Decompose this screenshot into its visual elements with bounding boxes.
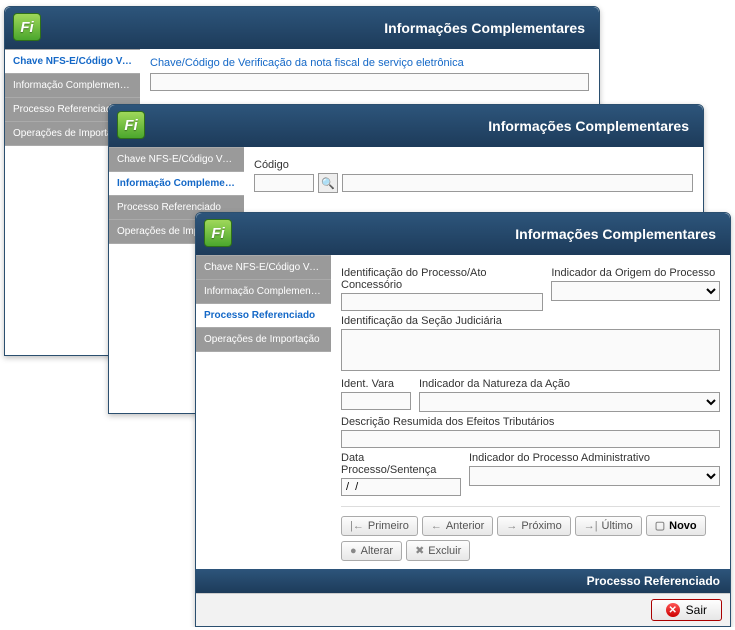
admin-select[interactable] <box>469 466 720 486</box>
button-label: Novo <box>669 520 697 532</box>
excluir-button[interactable]: ✖ Excluir <box>406 540 470 561</box>
proximo-button[interactable]: → Próximo <box>497 516 570 536</box>
titlebar: Fi Informações Complementares <box>196 213 730 255</box>
app-icon: Fi <box>117 111 145 139</box>
alterar-button[interactable]: ● Alterar <box>341 541 402 561</box>
button-label: Primeiro <box>368 520 409 532</box>
sidebar-item-info[interactable]: Informação Complementar da NF <box>196 280 331 304</box>
sidebar-item-processo[interactable]: Processo Referenciado <box>196 304 331 328</box>
next-icon: → <box>506 520 517 532</box>
ident-processo-input[interactable] <box>341 293 543 311</box>
label-natureza: Indicador da Natureza da Ação <box>419 378 720 390</box>
anterior-button[interactable]: ← Anterior <box>422 516 494 536</box>
content-area: Identificação do Processo/Ato Concessóri… <box>331 255 730 569</box>
close-icon: ✕ <box>666 603 680 617</box>
primeiro-button[interactable]: |← Primeiro <box>341 516 418 536</box>
origem-select[interactable] <box>551 281 720 301</box>
titlebar: Fi Informações Complementares <box>5 7 599 49</box>
sidebar-item-operacoes[interactable]: Operações de Importação <box>196 328 331 352</box>
sidebar-item-chave[interactable]: Chave NFS-E/Código Verificação <box>5 49 140 74</box>
last-icon: →| <box>584 520 598 532</box>
field-label-codigo: Código <box>254 159 693 171</box>
sidebar-item-label: Chave NFS-E/Código Verificação <box>117 154 244 165</box>
first-icon: |← <box>350 520 364 532</box>
label-origem: Indicador da Origem do Processo <box>551 267 720 279</box>
sidebar-item-chave[interactable]: Chave NFS-E/Código Verificação <box>109 147 244 172</box>
ultimo-button[interactable]: →| Último <box>575 516 642 536</box>
window-title: Informações Complementares <box>488 118 689 134</box>
codigo-input[interactable] <box>254 174 314 192</box>
titlebar: Fi Informações Complementares <box>109 105 703 147</box>
sidebar-item-label: Chave NFS-E/Código Verificação <box>13 56 140 67</box>
sidebar: Chave NFS-E/Código Verificação Informaçã… <box>196 255 331 569</box>
search-icon: 🔍 <box>321 177 335 190</box>
app-icon: Fi <box>204 219 232 247</box>
sidebar-item-chave[interactable]: Chave NFS-E/Código Verificação <box>196 255 331 280</box>
sidebar-item-info[interactable]: Informação Complementar da NF <box>109 172 244 196</box>
sidebar-item-label: Informação Complementar da NF <box>117 178 244 189</box>
sidebar-item-label: Operações de Importação <box>204 334 320 345</box>
window-processo: Fi Informações Complementares Chave NFS-… <box>195 212 731 627</box>
secao-textarea[interactable] <box>341 329 720 371</box>
data-input[interactable] <box>341 478 461 496</box>
button-label: Próximo <box>521 520 561 532</box>
novo-button[interactable]: ▢ Novo <box>646 515 706 536</box>
sair-button[interactable]: ✕ Sair <box>651 599 722 621</box>
label-secao: Identificação da Seção Judiciária <box>341 315 720 327</box>
close-bar: ✕ Sair <box>196 593 730 626</box>
button-label: Último <box>602 520 633 532</box>
button-label: Anterior <box>446 520 485 532</box>
window-body: Chave NFS-E/Código Verificação Informaçã… <box>196 255 730 569</box>
button-label: Excluir <box>428 545 461 557</box>
button-bar: |← Primeiro ← Anterior → Próximo →| Último ▢… <box>341 506 720 561</box>
button-label: Alterar <box>361 545 393 557</box>
prev-icon: ← <box>431 520 442 532</box>
codigo-desc-input[interactable] <box>342 174 693 192</box>
natureza-select[interactable] <box>419 392 720 412</box>
window-title: Informações Complementares <box>384 20 585 36</box>
sidebar-item-label: Processo Referenciado <box>204 310 315 321</box>
sidebar-item-label: Processo Referenciado <box>13 104 117 115</box>
label-descricao: Descrição Resumida dos Efeitos Tributári… <box>341 416 720 428</box>
label-ident-vara: Ident. Vara <box>341 378 411 390</box>
label-ident-processo: Identificação do Processo/Ato Concessóri… <box>341 267 543 291</box>
codigo-search-button[interactable]: 🔍 <box>318 173 338 193</box>
delete-icon: ✖ <box>415 544 424 557</box>
button-label: Sair <box>686 603 707 617</box>
label-admin: Indicador do Processo Administrativo <box>469 452 720 464</box>
label-data: Data Processo/Sentença <box>341 452 461 476</box>
app-icon: Fi <box>13 13 41 41</box>
window-title: Informações Complementares <box>515 226 716 242</box>
field-label-chave: Chave/Código de Verificação da nota fisc… <box>150 57 464 69</box>
sidebar-item-label: Informação Complementar da NF <box>204 286 331 297</box>
footer-bar: Processo Referenciado <box>196 569 730 593</box>
descricao-input[interactable] <box>341 430 720 448</box>
sidebar-item-label: Chave NFS-E/Código Verificação <box>204 262 331 273</box>
edit-icon: ● <box>350 545 357 557</box>
chave-input[interactable] <box>150 73 589 91</box>
sidebar-item-label: Informação Complementar da NF <box>13 80 140 91</box>
ident-vara-input[interactable] <box>341 392 411 410</box>
footer-label: Processo Referenciado <box>587 574 720 588</box>
new-icon: ▢ <box>655 519 665 532</box>
sidebar-item-info[interactable]: Informação Complementar da NF <box>5 74 140 98</box>
